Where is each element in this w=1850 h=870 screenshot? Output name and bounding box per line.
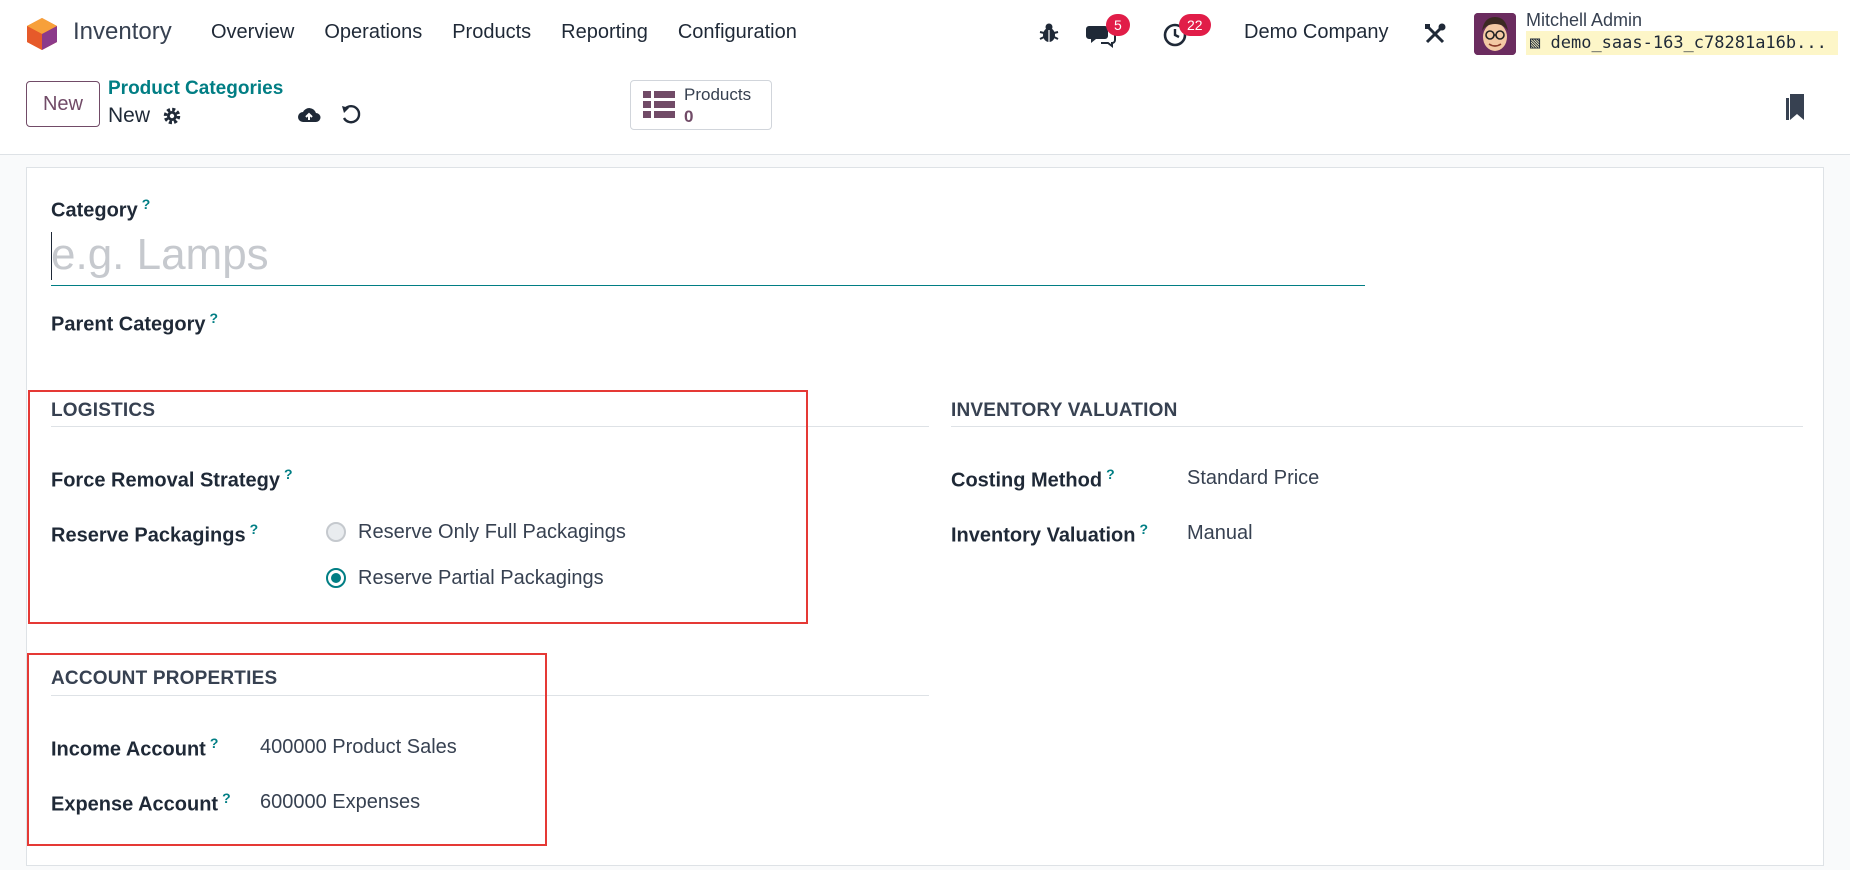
help-icon[interactable]: ? [284, 466, 293, 482]
valuation-divider [951, 426, 1803, 427]
account-properties-divider [51, 695, 929, 696]
parent-category-label: Parent Category? [51, 310, 219, 336]
expense-account-label: Expense Account? [51, 790, 231, 816]
expense-account-value[interactable]: 600000 Expenses [260, 791, 420, 814]
breadcrumb-current: New [108, 104, 151, 127]
database-name: demo_saas-163_c78281a16b... [1550, 33, 1827, 53]
help-icon[interactable]: ? [222, 790, 231, 806]
menu-products[interactable]: Products [452, 21, 531, 44]
database-icon: ▧ [1530, 33, 1541, 53]
control-panel: New Product Categories New Products 0 [0, 68, 1850, 155]
settings-tools-icon[interactable] [1423, 22, 1447, 46]
radio-reserve-full[interactable] [326, 522, 346, 542]
text-cursor [51, 232, 52, 280]
help-icon[interactable]: ? [1106, 466, 1115, 482]
force-removal-strategy-label: Force Removal Strategy? [51, 466, 293, 492]
new-button[interactable]: New [26, 81, 100, 127]
company-switcher[interactable]: Demo Company [1244, 21, 1389, 44]
save-cloud-icon[interactable] [297, 104, 321, 126]
income-account-label: Income Account? [51, 735, 219, 761]
category-input[interactable] [51, 225, 1365, 286]
help-icon[interactable]: ? [1139, 521, 1148, 537]
costing-method-label: Costing Method? [951, 466, 1115, 492]
reserve-packagings-label: Reserve Packagings? [51, 521, 259, 547]
user-name[interactable]: Mitchell Admin [1526, 10, 1642, 31]
products-smart-button[interactable]: Products 0 [630, 80, 772, 130]
valuation-section-title: INVENTORY VALUATION [951, 400, 1178, 421]
costing-method-value[interactable]: Standard Price [1187, 467, 1319, 490]
smart-button-value: 0 [684, 107, 694, 126]
list-icon [643, 91, 675, 118]
top-navbar: Inventory Overview Operations Products R… [0, 0, 1850, 68]
account-properties-section-title: ACCOUNT PROPERTIES [51, 668, 278, 689]
debug-bug-icon[interactable] [1038, 22, 1060, 44]
option-reserve-full-label[interactable]: Reserve Only Full Packagings [358, 521, 626, 544]
help-icon[interactable]: ? [250, 521, 259, 537]
category-label: Category? [51, 196, 151, 222]
menu-configuration[interactable]: Configuration [678, 21, 797, 44]
discard-undo-icon[interactable] [340, 103, 362, 125]
help-icon[interactable]: ? [142, 196, 151, 212]
smart-button-label: Products [684, 85, 752, 104]
form-sheet: Category? Parent Category? LOGISTICS For… [26, 167, 1824, 866]
activities-badge: 22 [1179, 14, 1211, 36]
radio-reserve-partial[interactable] [326, 568, 346, 588]
messages-badge: 5 [1106, 14, 1130, 36]
main-menu: Overview Operations Products Reporting C… [211, 21, 797, 44]
bookmark-icon[interactable] [1784, 92, 1808, 122]
user-avatar[interactable] [1474, 13, 1516, 55]
parent-category-input[interactable] [307, 302, 1387, 336]
inventory-valuation-value[interactable]: Manual [1187, 522, 1253, 545]
app-name[interactable]: Inventory [73, 18, 172, 46]
menu-operations[interactable]: Operations [324, 21, 422, 44]
database-tag: ▧ demo_saas-163_c78281a16b... [1526, 31, 1838, 55]
income-account-value[interactable]: 400000 Product Sales [260, 736, 457, 759]
menu-reporting[interactable]: Reporting [561, 21, 648, 44]
logistics-divider [51, 426, 929, 427]
option-reserve-partial-label[interactable]: Reserve Partial Packagings [358, 567, 604, 590]
gear-icon[interactable] [162, 106, 182, 126]
inventory-valuation-label: Inventory Valuation? [951, 521, 1149, 547]
menu-overview[interactable]: Overview [211, 21, 294, 44]
logistics-section-title: LOGISTICS [51, 400, 156, 421]
inventory-app-icon[interactable] [26, 17, 58, 51]
breadcrumb-product-categories[interactable]: Product Categories [108, 78, 283, 100]
force-removal-strategy-input[interactable] [327, 460, 887, 492]
help-icon[interactable]: ? [210, 735, 219, 751]
help-icon[interactable]: ? [210, 310, 219, 326]
